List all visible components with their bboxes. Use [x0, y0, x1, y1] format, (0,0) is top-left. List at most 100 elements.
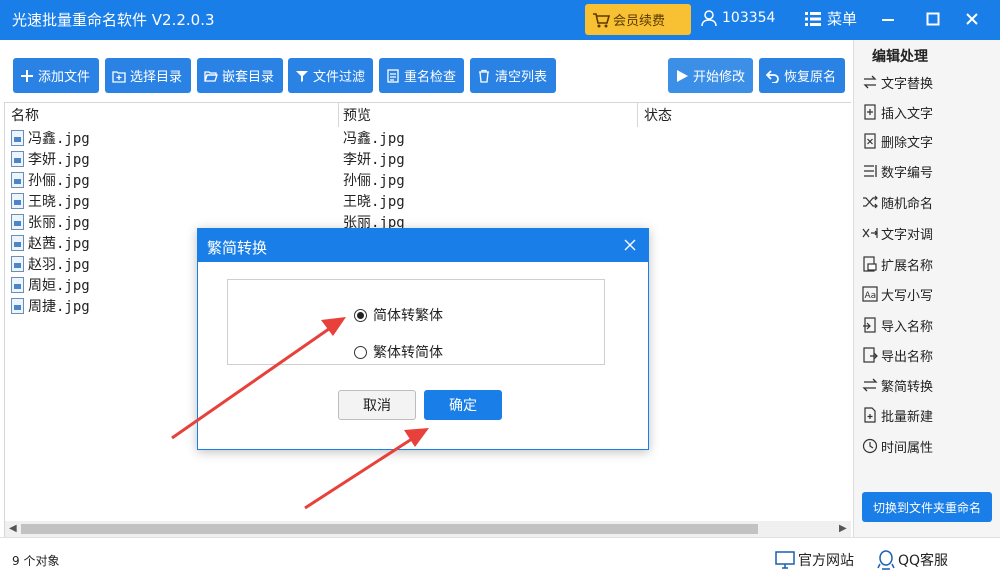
toolbar: 添加文件 选择目录 嵌套目录 文件过滤 重名检查 清空列表 开始修改 恢复原名 [0, 40, 853, 102]
column-header-preview[interactable]: 预览 [343, 105, 371, 125]
menu-button[interactable]: 菜单 [805, 8, 857, 29]
maximize-icon [926, 12, 940, 26]
menu-label: 菜单 [827, 10, 858, 28]
radio-button[interactable] [354, 345, 367, 359]
swap-icon [863, 75, 877, 89]
panel-item-extension[interactable]: 扩展名称 [862, 253, 933, 275]
file-name: 周捷.jpg [28, 299, 90, 315]
list-number-icon [864, 165, 877, 177]
plus-icon [21, 69, 33, 82]
file-row[interactable]: 李妍.jpg [11, 149, 90, 169]
file-filter-label: 文件过滤 [313, 70, 366, 85]
file-preview: 孙俪.jpg [343, 173, 405, 189]
panel-item-text-swap[interactable]: 文字对调 [862, 222, 933, 244]
close-button[interactable] [960, 8, 984, 30]
panel-item-batch-create[interactable]: 批量新建 [862, 404, 933, 426]
user-account[interactable]: 103354 [700, 9, 775, 27]
clear-list-button[interactable]: 清空列表 [470, 58, 556, 93]
dialog-header: 繁简转换 [198, 229, 648, 262]
clear-list-label: 清空列表 [495, 70, 548, 85]
maximize-button[interactable] [921, 8, 945, 30]
start-modify-label: 开始修改 [693, 70, 746, 85]
vip-renew-button[interactable]: 会员续费 [585, 4, 691, 35]
restore-name-button[interactable]: 恢复原名 [759, 58, 845, 93]
select-directory-button[interactable]: 选择目录 [105, 58, 191, 93]
panel-item-export-names[interactable]: 导出名称 [862, 344, 933, 366]
switch-to-folder-rename-button[interactable]: 切换到文件夹重命名 [862, 492, 992, 522]
convert-icon [862, 378, 878, 392]
qq-service-label: QQ客服 [898, 553, 949, 569]
panel-item-label: 文字对调 [881, 227, 934, 243]
panel-item-label: 文字替换 [881, 76, 934, 92]
image-file-icon [11, 298, 24, 314]
qq-service-link[interactable]: QQ客服 [877, 550, 948, 570]
app-title: 光速批量重命名软件 V2.2.0.3 [12, 11, 215, 29]
official-site-link[interactable]: 官方网站 [775, 550, 854, 570]
case-icon: Aa [862, 286, 878, 302]
file-name: 赵茜.jpg [28, 236, 90, 252]
radio-simplified-to-traditional[interactable]: 简体转繁体 [354, 305, 443, 325]
panel-item-text-replace[interactable]: 文字替换 [862, 71, 933, 93]
panel-item-import-names[interactable]: 导入名称 [862, 314, 933, 336]
restore-name-label: 恢复原名 [784, 70, 837, 85]
user-icon [701, 10, 717, 27]
panel-item-label: 删除文字 [881, 135, 934, 151]
select-directory-label: 选择目录 [130, 70, 183, 85]
play-icon [677, 69, 688, 82]
image-file-icon [11, 130, 24, 146]
file-row[interactable]: 周捷.jpg [11, 296, 90, 316]
radio-traditional-to-simplified[interactable]: 繁体转简体 [354, 342, 443, 362]
object-count: 9 个对象 [12, 554, 60, 568]
document-check-icon [387, 68, 399, 83]
add-file-button[interactable]: 添加文件 [13, 58, 99, 93]
panel-item-number[interactable]: 数字编号 [862, 160, 933, 182]
column-header-status[interactable]: 状态 [644, 105, 672, 125]
ok-button[interactable]: 确定 [424, 390, 502, 420]
close-icon [624, 239, 636, 251]
panel-item-simplified-traditional[interactable]: 繁简转换 [862, 374, 933, 396]
scroll-right-icon[interactable]: ▶ [839, 523, 847, 534]
file-row[interactable]: 孙俪.jpg [11, 170, 90, 190]
minimize-button[interactable] [876, 8, 900, 30]
scroll-left-icon[interactable]: ◀ [9, 523, 17, 534]
file-row[interactable]: 赵羽.jpg [11, 254, 90, 274]
panel-item-case[interactable]: Aa 大写小写 [862, 283, 933, 305]
dialog-close-button[interactable] [622, 237, 638, 253]
panel-item-label: 时间属性 [881, 440, 934, 456]
file-name: 王晓.jpg [28, 194, 90, 210]
panel-item-random-name[interactable]: 随机命名 [862, 191, 933, 213]
file-filter-button[interactable]: 文件过滤 [288, 58, 373, 93]
rename-check-button[interactable]: 重名检查 [379, 58, 464, 93]
panel-item-label: 随机命名 [881, 196, 934, 212]
add-file-label: 添加文件 [38, 70, 91, 85]
panel-item-delete-text[interactable]: 删除文字 [862, 130, 933, 152]
column-separator[interactable] [637, 103, 638, 127]
nested-directory-button[interactable]: 嵌套目录 [197, 58, 283, 93]
cart-icon [593, 12, 611, 27]
close-icon [966, 13, 978, 25]
trash-icon [479, 69, 489, 83]
file-row[interactable]: 张丽.jpg [11, 212, 90, 232]
panel-item-time-attributes[interactable]: 时间属性 [862, 435, 933, 457]
start-modify-button[interactable]: 开始修改 [668, 58, 753, 93]
column-separator[interactable] [338, 103, 339, 127]
user-id: 103354 [722, 10, 776, 26]
horizontal-scrollbar[interactable]: ◀ ▶ [5, 521, 851, 537]
file-row[interactable]: 冯鑫.jpg [11, 128, 90, 148]
option-group: 简体转繁体 繁体转简体 [227, 279, 605, 365]
file-row[interactable]: 王晓.jpg [11, 191, 90, 211]
cancel-button[interactable]: 取消 [338, 390, 416, 420]
image-file-icon [11, 256, 24, 272]
file-row[interactable]: 赵茜.jpg [11, 233, 90, 253]
radio-label: 简体转繁体 [373, 308, 443, 324]
panel-item-insert-text[interactable]: 插入文字 [862, 101, 933, 123]
radio-button-selected[interactable] [354, 308, 367, 322]
export-icon [863, 347, 878, 363]
file-row[interactable]: 周姮.jpg [11, 275, 90, 295]
file-name: 李妍.jpg [28, 152, 90, 168]
column-header-name[interactable]: 名称 [11, 105, 39, 125]
qq-penguin-icon [877, 550, 895, 570]
convert-dialog: 繁简转换 简体转繁体 繁体转简体 取消 确定 [197, 228, 649, 450]
file-preview: 王晓.jpg [343, 194, 405, 210]
scrollbar-thumb[interactable] [21, 524, 758, 534]
